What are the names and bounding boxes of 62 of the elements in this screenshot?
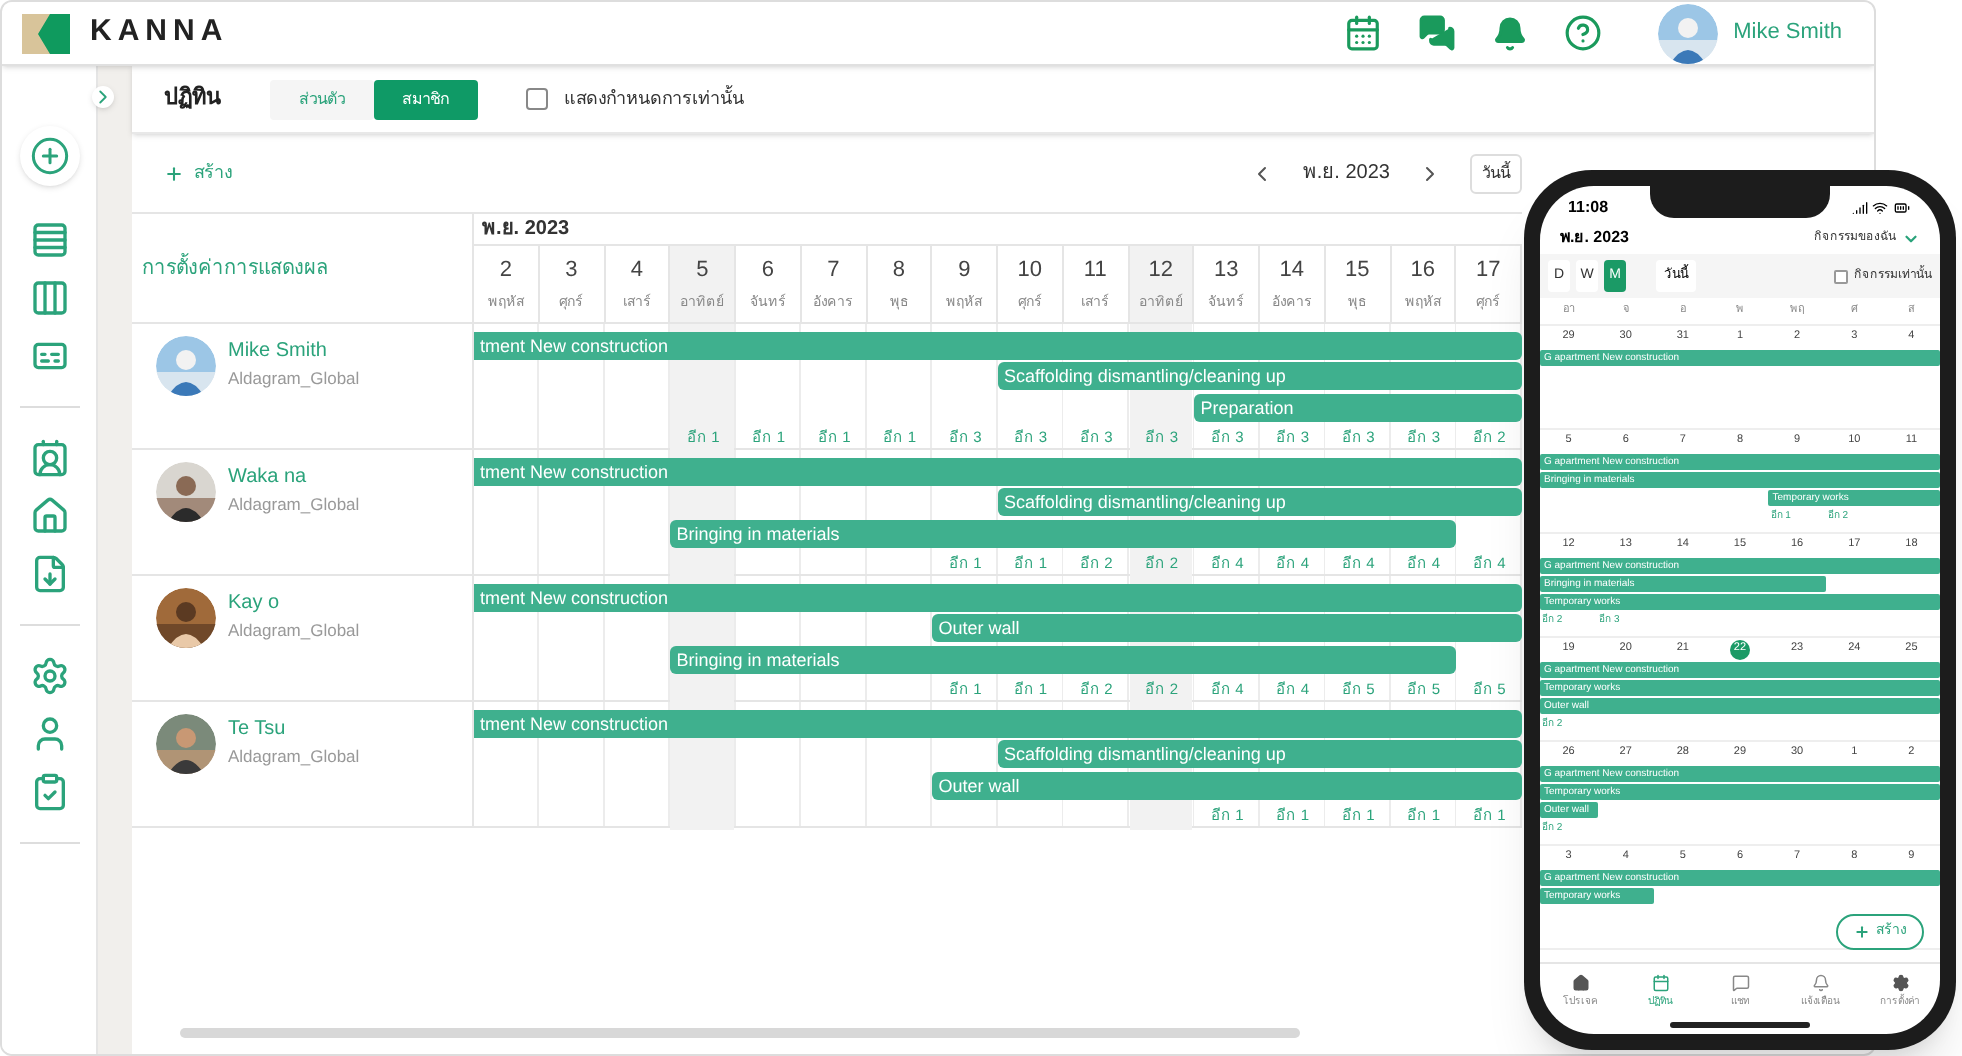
task-bar[interactable]: Outer wall [932, 771, 1522, 799]
create-button[interactable] [19, 126, 79, 186]
battery-icon [1892, 200, 1912, 216]
plus-icon [164, 163, 184, 183]
member-organization: Aldagram_Global [228, 366, 360, 392]
member-organization: Aldagram_Global [228, 492, 360, 518]
notification-icon[interactable] [1491, 15, 1528, 51]
logo-text: KANNA [90, 12, 229, 53]
page-title: ปฏิทิน [164, 83, 222, 115]
member-name[interactable]: Mike Smith [228, 336, 360, 366]
task-bar[interactable]: tment New construction [474, 331, 1522, 359]
schedule-only-label: แสดงกำหนดการเท่านั้น [564, 85, 744, 112]
task-bar[interactable]: tment New construction [474, 709, 1522, 737]
member-name[interactable]: Waka na [228, 462, 360, 492]
task-bar[interactable]: Scaffolding dismantling/cleaning up [998, 362, 1522, 390]
expand-icon[interactable] [92, 86, 114, 108]
today-button[interactable]: วันนี้ [1470, 153, 1522, 193]
logo-mark-icon [22, 13, 70, 53]
task-bar[interactable]: Preparation [1194, 393, 1522, 421]
help-icon[interactable] [1563, 14, 1602, 52]
settings-icon[interactable] [29, 656, 69, 696]
calendar-icon[interactable] [1343, 14, 1382, 52]
wifi-icon [1872, 200, 1888, 216]
month-label: พ.ย. 2023 [1302, 160, 1390, 188]
month-title: พ.ย. 2023 [1560, 226, 1629, 250]
home-indicator [1670, 1022, 1810, 1028]
task-bar[interactable]: Scaffolding dismantling/cleaning up [998, 488, 1522, 516]
create-link[interactable]: สร้าง [164, 159, 232, 187]
user-name[interactable]: Mike Smith [1733, 16, 1842, 50]
status-time: 11:08 [1568, 196, 1609, 220]
settings-icon [1891, 974, 1909, 993]
task-bar[interactable]: Bringing in materials [670, 645, 1457, 673]
task-bar[interactable]: Bringing in materials [670, 519, 1457, 547]
member-organization: Aldagram_Global [228, 744, 360, 770]
view-tab[interactable]: ส่วนตัว [270, 79, 374, 119]
schedule-only-checkbox[interactable] [526, 88, 548, 110]
task-bar[interactable]: tment New construction [474, 457, 1522, 485]
plus-icon [1854, 924, 1870, 940]
columns-icon[interactable] [29, 278, 69, 318]
download-icon[interactable] [29, 554, 69, 594]
task-bar[interactable]: Scaffolding dismantling/cleaning up [998, 740, 1522, 768]
task-bar[interactable]: tment New construction [474, 583, 1522, 611]
signal-icon [1852, 200, 1868, 216]
events-only-checkbox[interactable] [1834, 269, 1848, 283]
scrollbar[interactable] [180, 1028, 1300, 1038]
notification-icon [1811, 974, 1829, 993]
display-settings-link[interactable]: การตั้งค่าการแสดงผล [142, 253, 328, 283]
task-bar[interactable]: Outer wall [932, 614, 1522, 642]
view-tab[interactable]: สมาชิก [374, 79, 478, 119]
clipboard-check-icon[interactable] [29, 772, 69, 812]
house-icon [1571, 974, 1589, 993]
member-organization: Aldagram_Global [228, 618, 360, 644]
chat-icon[interactable] [1417, 14, 1456, 52]
member-name[interactable]: Te Tsu [228, 714, 360, 744]
member-name[interactable]: Kay o [228, 588, 360, 618]
calendar-icon [1651, 974, 1669, 993]
list-icon[interactable] [29, 220, 69, 260]
plus-icon [29, 136, 69, 176]
user-card-icon[interactable] [29, 438, 69, 478]
house-icon[interactable] [29, 496, 69, 536]
chat-icon [1731, 974, 1749, 993]
month-label: พ.ย. 2023 [482, 216, 570, 244]
